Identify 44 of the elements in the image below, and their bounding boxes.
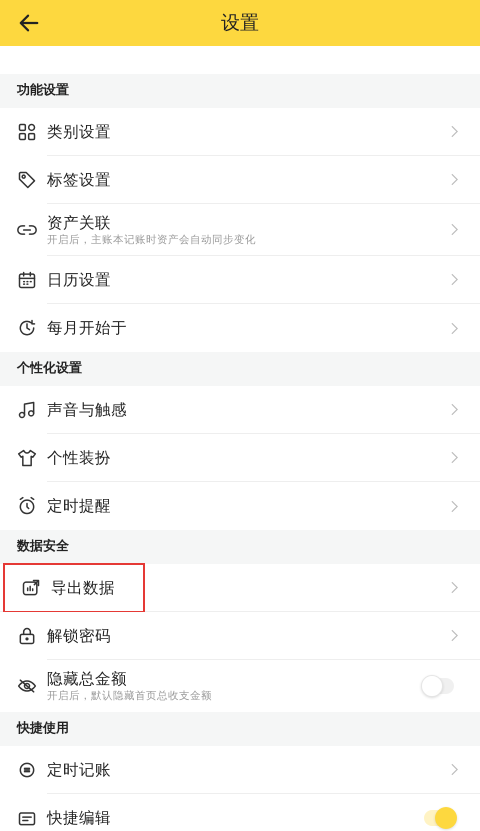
row-label: 每月开始于 bbox=[47, 318, 128, 338]
row-icon bbox=[17, 270, 37, 290]
chevron-icon bbox=[451, 629, 458, 642]
row-icon bbox=[17, 122, 37, 142]
row-icon bbox=[21, 578, 41, 598]
chevron-icon bbox=[451, 223, 458, 236]
row-icon bbox=[17, 448, 37, 468]
row-label: 类别设置 bbox=[47, 122, 112, 142]
row-subtitle: 开启后，默认隐藏首页总收支金额 bbox=[47, 689, 213, 703]
row-label: 快捷编辑 bbox=[47, 808, 112, 828]
section-heading: 功能设置 bbox=[17, 82, 69, 100]
chevron-icon bbox=[451, 173, 458, 186]
settings-row[interactable]: 导出数据 bbox=[4, 564, 144, 612]
chevron-icon bbox=[451, 763, 458, 776]
row-label: 资产关联 bbox=[47, 212, 112, 232]
page-title: 设置 bbox=[221, 10, 259, 36]
row-label: 导出数据 bbox=[51, 578, 115, 598]
row-label: 日历设置 bbox=[47, 270, 112, 290]
chevron-icon bbox=[451, 451, 458, 464]
section-heading: 个性化设置 bbox=[17, 360, 82, 378]
section-heading: 快捷使用 bbox=[17, 720, 69, 738]
row-label: 标签设置 bbox=[47, 170, 112, 190]
chevron-icon bbox=[451, 322, 458, 334]
row-label: 解锁密码 bbox=[47, 626, 112, 646]
row-label: 个性装扮 bbox=[47, 448, 112, 468]
chevron-icon bbox=[451, 273, 458, 286]
chevron-icon bbox=[451, 403, 458, 416]
row-icon bbox=[17, 170, 37, 190]
chevron-icon bbox=[451, 500, 458, 512]
row-icon bbox=[17, 626, 37, 646]
row-icon bbox=[17, 400, 37, 420]
chevron-icon bbox=[451, 581, 458, 594]
row-label: 隐藏总金额 bbox=[47, 669, 128, 689]
row-subtitle: 开启后，主账本记账时资产会自动同步变化 bbox=[47, 232, 257, 246]
row-label: 定时记账 bbox=[47, 760, 112, 780]
row-label: 定时提醒 bbox=[47, 496, 112, 516]
section-heading: 数据安全 bbox=[17, 538, 69, 556]
back-button[interactable] bbox=[18, 12, 40, 34]
row-icon bbox=[17, 496, 37, 516]
row-icon bbox=[17, 760, 37, 780]
row-icon bbox=[17, 318, 37, 338]
settings-row[interactable]: 解锁密码 bbox=[0, 612, 480, 660]
chevron-icon bbox=[451, 125, 458, 138]
row-label: 声音与触感 bbox=[47, 400, 128, 420]
